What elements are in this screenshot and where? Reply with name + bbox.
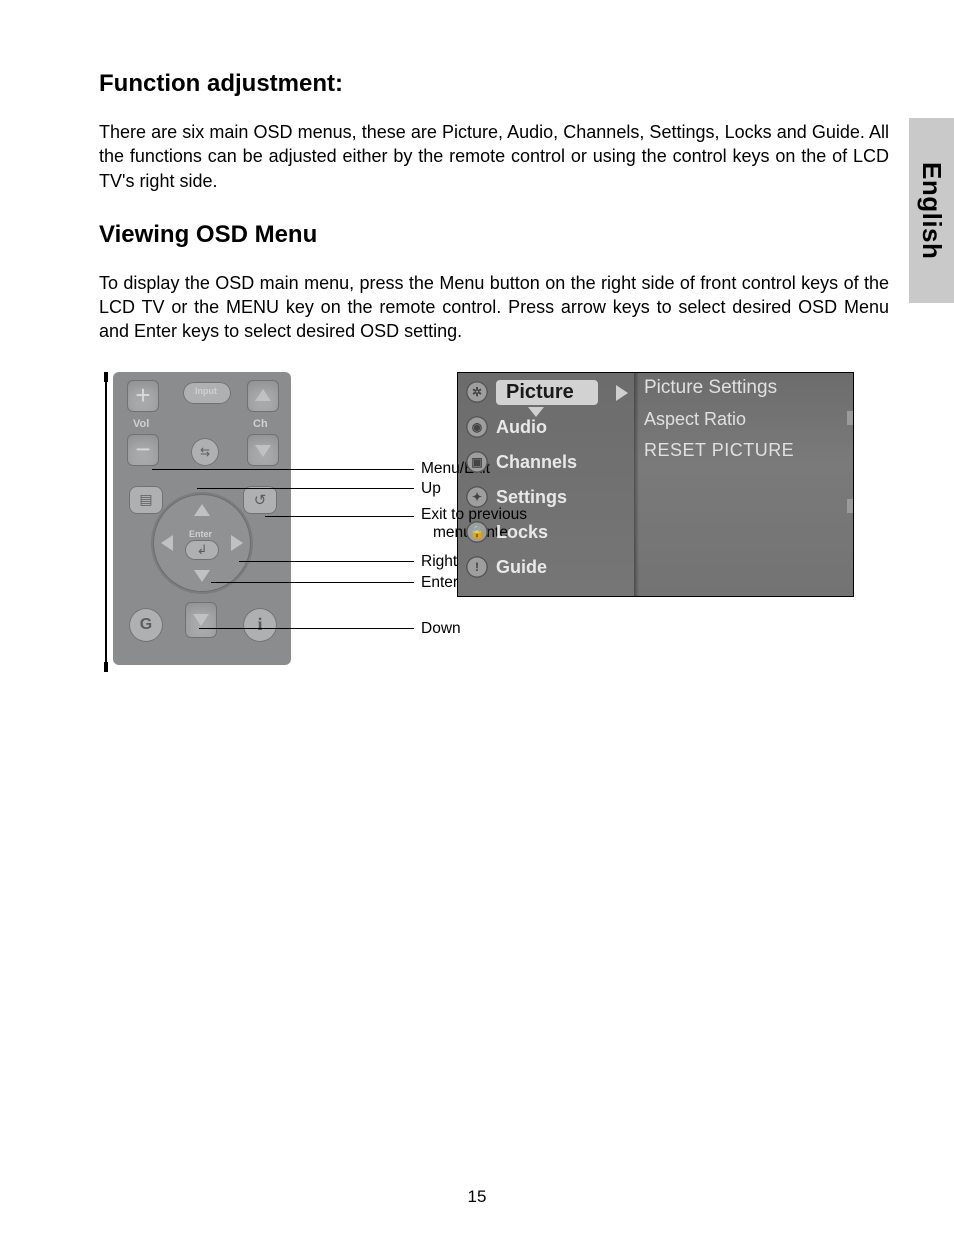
figures-row: + Input Vol Ch − ⇆ ▤ ↺ Enter: [99, 372, 889, 672]
osd-item-guide: ! Guide: [458, 550, 634, 585]
vol-down-button: −: [127, 434, 159, 466]
osd-item-locks: 🔒 Locks: [458, 515, 634, 550]
callout-enter: Enter: [421, 574, 458, 592]
figure-edge-marker: [105, 372, 107, 672]
dpad-enter-label: Enter: [189, 529, 212, 539]
enter-button: ↲: [185, 540, 219, 560]
osd-channels-label: Channels: [496, 452, 577, 473]
osd-settings-label: Settings: [496, 487, 567, 508]
para-viewing-osd: To display the OSD main menu, press the …: [99, 271, 889, 344]
osd-item-picture: ✲ Picture: [458, 375, 634, 410]
tv-icon: ▣: [466, 451, 488, 473]
osd-guide-label: Guide: [496, 557, 547, 578]
osd-item-channels: ▣ Channels: [458, 445, 634, 480]
callouts: Menu/Exit Up Exit to previous menu/Enter…: [299, 372, 459, 672]
language-tab: English: [909, 118, 954, 303]
ch-down-button: [247, 434, 279, 466]
callout-up: Up: [421, 480, 441, 498]
remote-figure: + Input Vol Ch − ⇆ ▤ ↺ Enter: [99, 372, 439, 672]
return-button: ↺: [243, 486, 277, 514]
osd-picture-label: Picture: [496, 380, 598, 405]
para-function-adjustment: There are six main OSD menus, these are …: [99, 120, 889, 193]
remote-body: + Input Vol Ch − ⇆ ▤ ↺ Enter: [113, 372, 291, 665]
scroll-notch: [847, 499, 853, 513]
page-number: 15: [0, 1187, 954, 1207]
gear-icon: ✲: [466, 381, 488, 403]
vol-label: Vol: [133, 418, 149, 430]
osd-audio-label: Audio: [496, 417, 547, 438]
scroll-notch: [847, 411, 853, 425]
speaker-icon: ◉: [466, 416, 488, 438]
page-content: Function adjustment: There are six main …: [99, 70, 889, 672]
g-button: G: [129, 608, 163, 642]
osd-sub-picture-settings: Picture Settings: [634, 373, 853, 403]
osd-sub-reset-picture: RESET PICTURE: [634, 434, 853, 465]
ch-up-button: [247, 380, 279, 412]
callout-right: Right: [421, 553, 457, 571]
menu-button: ▤: [129, 486, 163, 514]
info-icon: !: [466, 556, 488, 578]
osd-main-menu: ✲ Picture ◉ Audio ▣ Channels ✦ Settings: [458, 373, 634, 596]
down-button: [185, 602, 217, 638]
dpad-up-icon: [194, 504, 210, 516]
aspect-button: ⇆: [191, 438, 219, 466]
dpad: Enter ↲: [153, 494, 251, 592]
osd-item-settings: ✦ Settings: [458, 480, 634, 515]
input-label: Input: [195, 386, 217, 396]
osd-item-audio: ◉ Audio: [458, 410, 634, 445]
ch-label: Ch: [253, 418, 268, 430]
osd-menu-figure: ✲ Picture ◉ Audio ▣ Channels ✦ Settings: [457, 372, 854, 597]
chevron-right-icon: [616, 385, 628, 401]
info-button: i: [243, 608, 277, 642]
heading-viewing-osd: Viewing OSD Menu: [99, 221, 889, 249]
lock-icon: 🔒: [466, 521, 488, 543]
vol-up-button: +: [127, 380, 159, 412]
heading-function-adjustment: Function adjustment:: [99, 70, 889, 98]
osd-submenu: Picture Settings Aspect Ratio RESET PICT…: [634, 373, 853, 596]
osd-sub-aspect-ratio: Aspect Ratio: [634, 403, 853, 434]
dpad-down-icon: [194, 570, 210, 582]
osd-locks-label: Locks: [496, 522, 548, 543]
dpad-right-icon: [231, 535, 243, 551]
callout-down: Down: [421, 620, 461, 638]
wrench-icon: ✦: [466, 486, 488, 508]
language-tab-label: English: [916, 162, 947, 259]
dpad-left-icon: [161, 535, 173, 551]
